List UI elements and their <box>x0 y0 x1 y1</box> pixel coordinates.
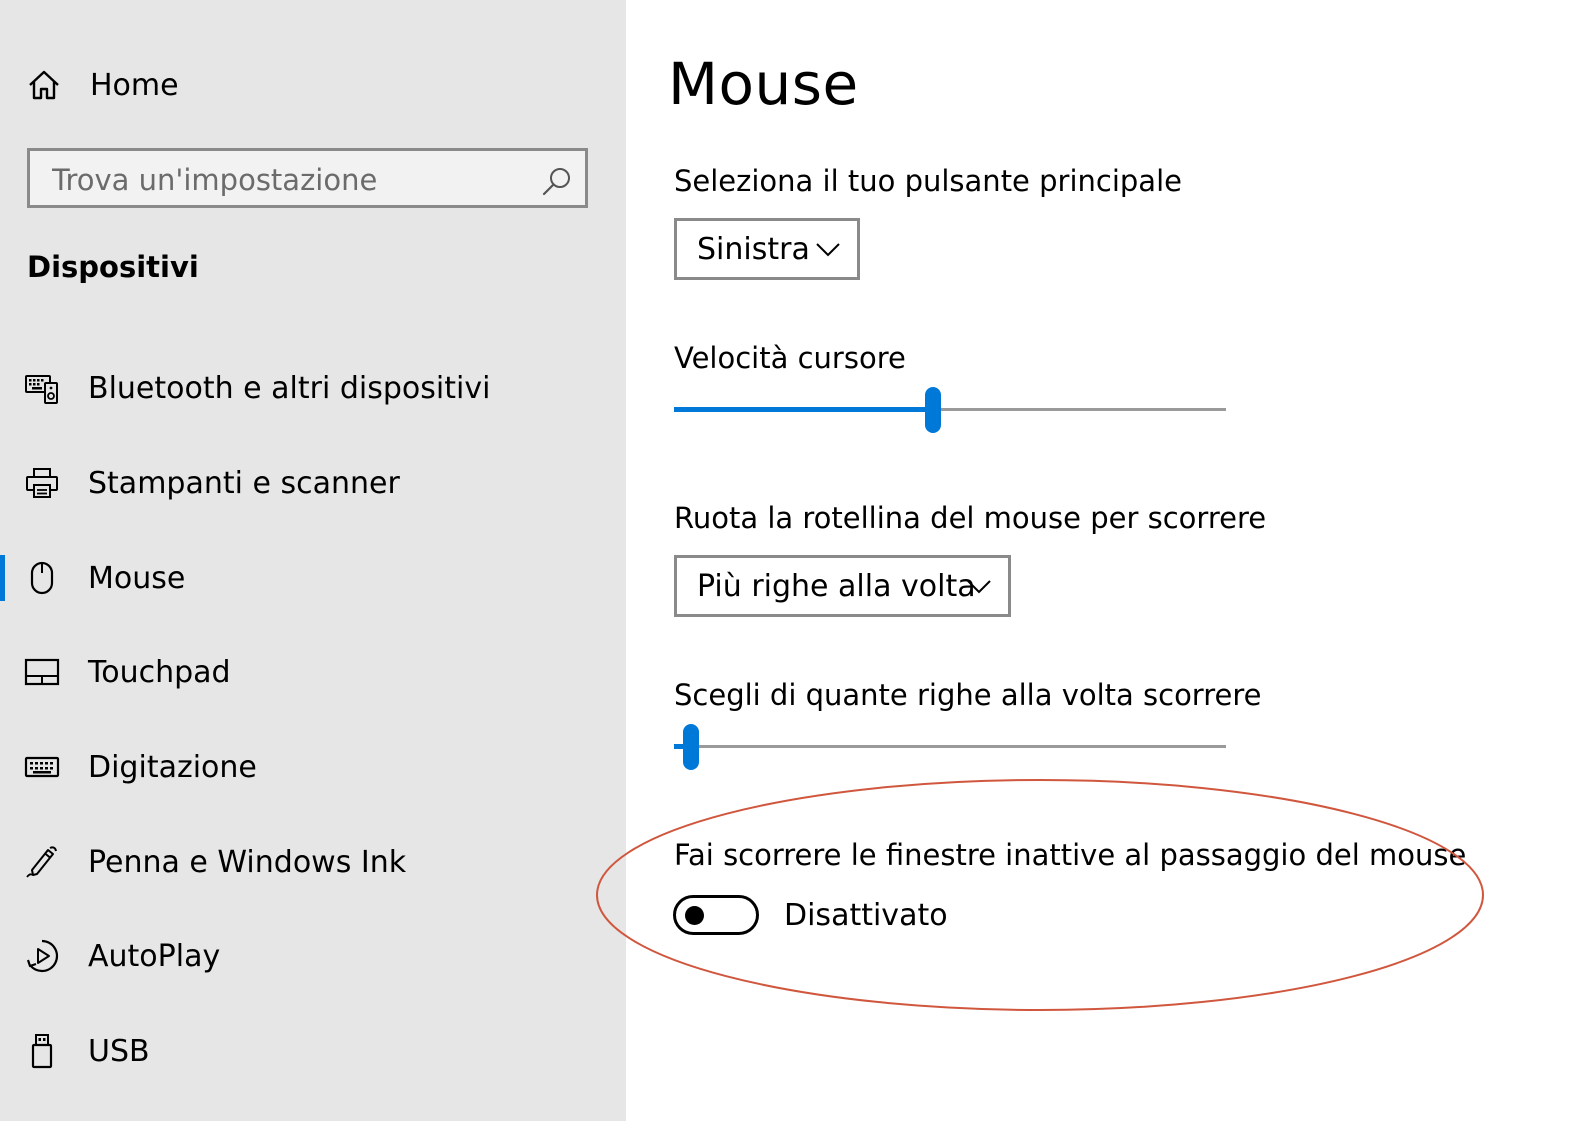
sidebar-item-mouse[interactable]: Mouse <box>0 543 626 613</box>
pen-icon <box>26 846 57 878</box>
slider-fill <box>674 407 933 412</box>
chevron-down-icon <box>967 580 991 594</box>
slider-track <box>674 745 1226 748</box>
home-icon <box>29 70 59 100</box>
printer-icon <box>26 468 58 498</box>
cursor-speed-slider[interactable] <box>674 385 1226 435</box>
sidebar-item-usb[interactable]: USB <box>0 1016 626 1086</box>
autoplay-icon <box>26 939 59 973</box>
primary-button-label: Seleziona il tuo pulsante principale <box>674 164 1182 198</box>
inactive-scroll-label: Fai scorrere le finestre inattive al pas… <box>674 838 1467 872</box>
mouse-icon <box>30 561 54 595</box>
sidebar-item-bluetooth[interactable]: Bluetooth e altri dispositivi <box>0 353 626 423</box>
lines-to-scroll-slider[interactable] <box>674 722 1226 772</box>
lines-to-scroll-label: Scegli di quante righe alla volta scorre… <box>674 678 1262 712</box>
sidebar-item-label: Touchpad <box>88 654 231 690</box>
sidebar: Home Dispositivi Bluetooth e altri dispo… <box>0 0 626 1121</box>
usb-icon <box>31 1034 53 1069</box>
sidebar-item-label: Stampanti e scanner <box>88 465 400 501</box>
toggle-knob <box>685 906 704 925</box>
sidebar-home-label: Home <box>90 67 179 103</box>
primary-button-dropdown[interactable]: Sinistra <box>674 218 860 280</box>
chevron-down-icon <box>816 243 840 257</box>
devices-icon <box>25 375 58 404</box>
inactive-scroll-state: Disattivato <box>784 898 948 933</box>
primary-button-value: Sinistra <box>697 231 810 267</box>
scroll-wheel-label: Ruota la rotellina del mouse per scorrer… <box>674 501 1267 535</box>
inactive-scroll-toggle[interactable] <box>673 895 759 935</box>
active-indicator <box>0 555 5 601</box>
sidebar-item-autoplay[interactable]: AutoPlay <box>0 921 626 991</box>
keyboard-icon <box>24 756 60 778</box>
sidebar-item-label: AutoPlay <box>88 938 221 974</box>
sidebar-home[interactable]: Home <box>26 60 426 110</box>
search-input[interactable] <box>50 159 534 201</box>
sidebar-item-typing[interactable]: Digitazione <box>0 732 626 802</box>
search-icon[interactable] <box>541 165 573 197</box>
scroll-wheel-value: Più righe alla volta <box>697 568 976 604</box>
slider-thumb[interactable] <box>683 724 699 770</box>
touchpad-icon <box>24 658 60 686</box>
sidebar-item-label: Bluetooth e altri dispositivi <box>88 370 491 406</box>
slider-thumb[interactable] <box>925 387 941 433</box>
sidebar-item-label: Mouse <box>88 560 186 596</box>
scroll-wheel-dropdown[interactable]: Più righe alla volta <box>674 555 1011 617</box>
sidebar-item-touchpad[interactable]: Touchpad <box>0 637 626 707</box>
sidebar-item-label: USB <box>88 1033 150 1069</box>
sidebar-item-label: Digitazione <box>88 749 257 785</box>
sidebar-item-pen[interactable]: Penna e Windows Ink <box>0 827 626 897</box>
sidebar-item-label: Penna e Windows Ink <box>88 844 407 880</box>
page-title: Mouse <box>668 50 859 118</box>
cursor-speed-label: Velocità cursore <box>674 341 906 375</box>
search-box[interactable] <box>27 148 588 208</box>
sidebar-item-printers[interactable]: Stampanti e scanner <box>0 448 626 518</box>
section-title: Dispositivi <box>27 250 199 284</box>
